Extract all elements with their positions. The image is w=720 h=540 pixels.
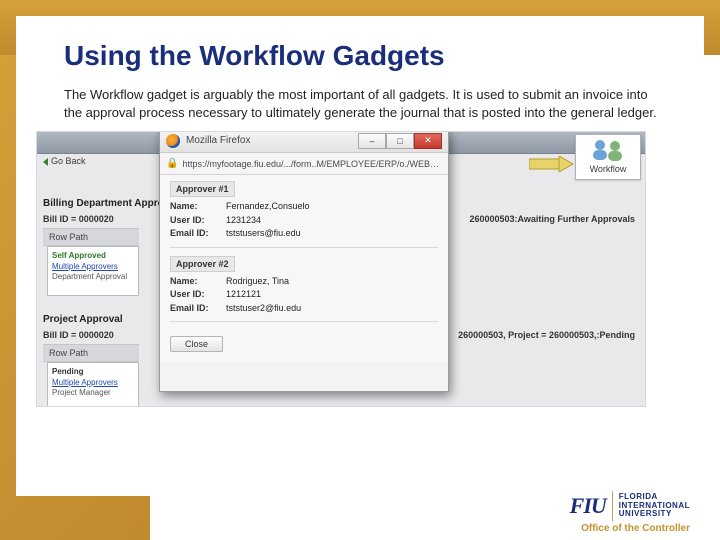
approver-2-userid-label: User ID: <box>170 288 226 302</box>
fiu-line-3: UNIVERSITY <box>619 509 672 518</box>
status-subtext-1: Department Approval <box>52 272 134 282</box>
lock-icon: 🔒 <box>166 158 178 169</box>
approver-2-email-value: tststuser2@fiu.edu <box>226 302 438 316</box>
popup-titlebar: Mozilla Firefox – □ ✕ <box>160 131 448 153</box>
people-icon <box>588 137 628 163</box>
firefox-icon <box>166 134 180 148</box>
fiu-logo-divider <box>612 491 613 521</box>
approver-1-userid-value: 1231234 <box>226 214 438 228</box>
popup-url-bar[interactable]: 🔒 https://myfootage.fiu.edu/.../form..M/… <box>160 153 448 175</box>
approver-1-heading: Approver #1 <box>170 181 235 197</box>
section-heading-billing: Billing Department Approval <box>43 198 178 209</box>
approver-2-name-value: Rodriguez, Tina <box>226 275 438 289</box>
section-heading-project: Project Approval <box>43 314 123 325</box>
workflow-tile-label: Workflow <box>590 164 627 174</box>
approver-1-name-label: Name: <box>170 200 226 214</box>
approver-1-userid-label: User ID: <box>170 214 226 228</box>
approver-2-userid-value: 1212121 <box>226 288 438 302</box>
approver-1-email-value: tststusers@fiu.edu <box>226 227 438 241</box>
slide-content: Using the Workflow Gadgets The Workflow … <box>16 16 704 496</box>
popup-window-title: Mozilla Firefox <box>186 135 352 146</box>
slide-paragraph: The Workflow gadget is arguably the most… <box>64 86 664 121</box>
fiu-logo-text: FLORIDA INTERNATIONAL UNIVERSITY <box>619 493 690 518</box>
approver-block-2: Approver #2 Name:Rodriguez, Tina User ID… <box>170 256 438 323</box>
row-path-label-2: Row Path <box>43 344 139 362</box>
approver-2-heading: Approver #2 <box>170 256 235 272</box>
approval-status-box-1: Self Approved Multiple Approvers Departm… <box>47 246 139 296</box>
approver-1-name-value: Fernandez,Consuelo <box>226 200 438 214</box>
status-title-approved: Self Approved <box>52 251 134 260</box>
popup-content: Approver #1 Name:Fernandez,Consuelo User… <box>160 175 448 362</box>
approval-status-box-2: Pending Multiple Approvers Project Manag… <box>47 362 139 407</box>
approver-2-name-label: Name: <box>170 275 226 289</box>
embedded-screenshot: Go Back Workflow Billing Department Appr… <box>36 131 646 407</box>
bill-id-row-2-left: Bill ID = 0000020 <box>43 330 114 340</box>
popup-url-text: https://myfootage.fiu.edu/.../form..M/EM… <box>182 159 442 169</box>
bill-id-row-2-right: 260000503, Project = 260000503,:Pending <box>458 330 635 340</box>
status-subtext-2: Project Manager <box>52 388 134 398</box>
slide-footer: FIU FLORIDA INTERNATIONAL UNIVERSITY Off… <box>570 491 690 534</box>
popup-close-button[interactable]: Close <box>170 336 223 352</box>
multiple-approvers-link-2[interactable]: Multiple Approvers <box>52 378 134 388</box>
firefox-popup-window: Mozilla Firefox – □ ✕ 🔒 https://myfootag… <box>159 131 449 392</box>
bill-id-row-1-left: Bill ID = 0000020 <box>43 214 114 224</box>
go-back-link[interactable]: Go Back <box>43 156 86 166</box>
approver-1-email-label: Email ID: <box>170 227 226 241</box>
callout-arrow-icon <box>529 156 573 172</box>
maximize-button[interactable]: □ <box>386 133 414 149</box>
bill-id-row-1-right: 260000503:Awaiting Further Approvals <box>469 214 635 224</box>
window-close-button[interactable]: ✕ <box>414 133 442 149</box>
approver-2-email-label: Email ID: <box>170 302 226 316</box>
approver-block-1: Approver #1 Name:Fernandez,Consuelo User… <box>170 181 438 248</box>
minimize-button[interactable]: – <box>358 133 386 149</box>
slide-title: Using the Workflow Gadgets <box>64 40 664 72</box>
office-of-controller-text: Office of the Controller <box>581 523 690 534</box>
status-title-pending: Pending <box>52 367 134 376</box>
fiu-mark: FIU <box>570 493 606 519</box>
workflow-gadget-tile[interactable]: Workflow <box>575 134 641 180</box>
row-path-label-1: Row Path <box>43 228 139 246</box>
multiple-approvers-link-1[interactable]: Multiple Approvers <box>52 262 134 272</box>
fiu-logo: FIU FLORIDA INTERNATIONAL UNIVERSITY <box>570 491 690 521</box>
